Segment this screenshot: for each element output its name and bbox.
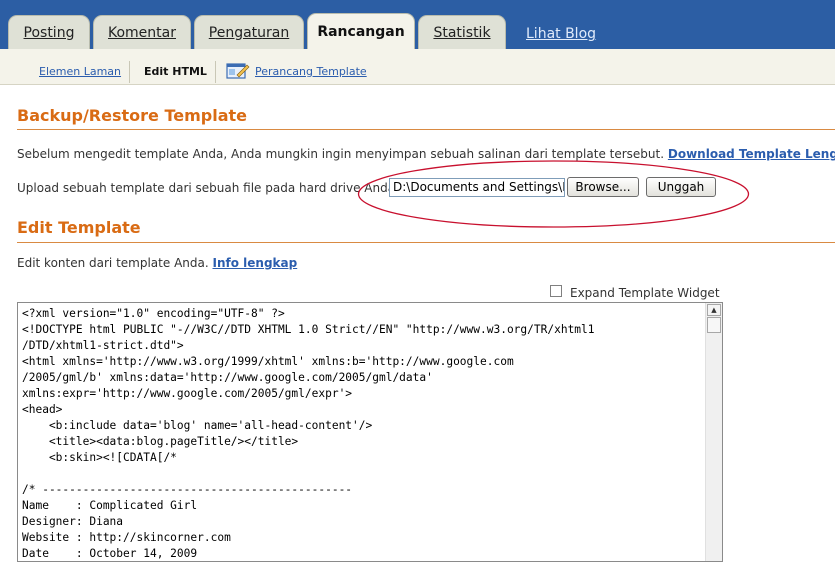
subtab-perancang-template[interactable]: Perancang Template bbox=[255, 65, 367, 78]
code-line: /2005/gml/b' xmlns:data='http://www.goog… bbox=[22, 371, 433, 384]
section-divider bbox=[17, 242, 835, 243]
code-line: xmlns:expr='http://www.google.com/2005/g… bbox=[22, 387, 353, 400]
template-code[interactable]: <?xml version="1.0" encoding="UTF-8" ?> <… bbox=[22, 306, 702, 561]
edit-template-heading: Edit Template bbox=[17, 218, 141, 237]
subtab-elemen-laman[interactable]: Elemen Laman bbox=[39, 65, 121, 78]
code-line: /DTD/xhtml1-strict.dtd"> bbox=[22, 339, 184, 352]
code-line: Website : http://skincorner.com bbox=[22, 531, 231, 544]
editor-scrollbar[interactable]: ▲ bbox=[705, 303, 722, 561]
edit-description: Edit konten dari template Anda. bbox=[17, 256, 209, 270]
annotation-ellipse bbox=[357, 160, 750, 228]
backup-restore-heading: Backup/Restore Template bbox=[17, 106, 247, 125]
code-line: <title><data:blog.pageTitle/></title> bbox=[22, 435, 299, 448]
tab-posting[interactable]: Posting bbox=[8, 15, 90, 49]
code-line: <?xml version="1.0" encoding="UTF-8" ?> bbox=[22, 307, 285, 320]
scroll-thumb[interactable] bbox=[707, 317, 721, 333]
section-divider bbox=[17, 129, 835, 130]
code-line: /* -------------------------------------… bbox=[22, 483, 353, 496]
code-line: <head> bbox=[22, 403, 63, 416]
tab-komentar[interactable]: Komentar bbox=[93, 15, 191, 49]
subtab-edit-html[interactable]: Edit HTML bbox=[144, 65, 207, 78]
code-line: Designer: Diana bbox=[22, 515, 124, 528]
subtab-divider bbox=[129, 61, 130, 83]
tab-rancangan[interactable]: Rancangan bbox=[307, 13, 415, 49]
code-line: <!DOCTYPE html PUBLIC "-//W3C//DTD XHTML… bbox=[22, 323, 595, 336]
edit-description-line: Edit konten dari template Anda. Info len… bbox=[17, 256, 297, 270]
info-lengkap-link[interactable]: Info lengkap bbox=[213, 256, 298, 270]
subtab-divider bbox=[215, 61, 216, 83]
code-line: <html xmlns='http://www.w3.org/1999/xhtm… bbox=[22, 355, 514, 368]
view-blog-link[interactable]: Lihat Blog bbox=[526, 26, 596, 42]
code-line: Date : October 14, 2009 bbox=[22, 547, 198, 560]
scroll-up-arrow-icon[interactable]: ▲ bbox=[707, 304, 721, 316]
expand-widget-checkbox[interactable] bbox=[550, 285, 562, 297]
code-line: <b:include data='blog' name='all-head-co… bbox=[22, 419, 373, 432]
tab-statistik[interactable]: Statistik bbox=[418, 15, 506, 49]
upload-label: Upload sebuah template dari sebuah file … bbox=[17, 181, 400, 195]
code-line: <b:skin><![CDATA[/* bbox=[22, 451, 177, 464]
sub-tab-bar: Elemen Laman Edit HTML Perancang Templat… bbox=[0, 49, 835, 85]
main-tab-bar: Posting Komentar Pengaturan Rancangan St… bbox=[0, 0, 835, 49]
template-designer-icon[interactable] bbox=[226, 62, 250, 79]
template-code-editor[interactable]: <?xml version="1.0" encoding="UTF-8" ?> <… bbox=[17, 302, 723, 562]
expand-widget-label[interactable]: Expand Template Widget bbox=[570, 286, 720, 300]
tab-pengaturan[interactable]: Pengaturan bbox=[194, 15, 304, 49]
code-line: Name : Complicated Girl bbox=[22, 499, 198, 512]
